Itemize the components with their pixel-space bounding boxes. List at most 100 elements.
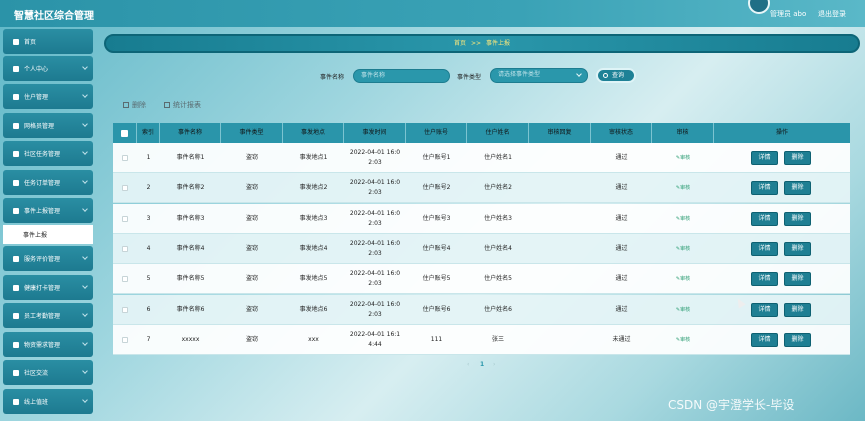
row-checkbox[interactable] — [113, 295, 137, 325]
sidebar-item-community-chat[interactable]: 社区交流 — [3, 360, 93, 385]
detail-button[interactable]: 详情 — [751, 332, 778, 347]
sidebar-item-residents[interactable]: 住户管理 — [3, 84, 93, 109]
query-button-label: 查询 — [612, 72, 625, 79]
cell-event-time: 2022-04-01 16:0 2:03 — [344, 264, 406, 294]
breadcrumb-home[interactable]: 首页 — [454, 40, 466, 47]
row-checkbox[interactable] — [113, 234, 137, 264]
row-delete-button[interactable]: 删除 — [784, 211, 811, 226]
detail-button[interactable]: 详情 — [751, 241, 778, 256]
grid-icon — [13, 284, 19, 291]
event-time-line1: 2022-04-01 16:0 — [349, 239, 401, 247]
sidebar-item-supplies[interactable]: 物资需求管理 — [3, 332, 93, 357]
detail-button[interactable]: 详情 — [751, 211, 778, 226]
sidebar-item-home[interactable]: 首页 — [3, 29, 93, 54]
list-icon — [13, 93, 19, 100]
header-event-place: 事发地点 — [283, 123, 344, 143]
sidebar-item-event-reports[interactable]: 事件上报管理 — [3, 198, 93, 223]
audit-link[interactable]: ✎ 审核 — [652, 204, 714, 234]
row-delete-button[interactable]: 删除 — [784, 272, 811, 287]
sidebar-item-grid-staff[interactable]: 网格员管理 — [3, 113, 93, 138]
event-type-select[interactable]: 请选择事件类型 — [490, 68, 588, 83]
cell-resident-name: 张三 — [491, 335, 504, 343]
cell-event-place: 事发地点4 — [299, 244, 328, 252]
cell-event-time: 2022-04-01 16:0 2:03 — [344, 143, 406, 173]
sidebar-item-task-orders[interactable]: 任务订单管理 — [3, 170, 93, 195]
checkbox-icon — [122, 336, 128, 343]
grid-icon — [13, 312, 19, 319]
cell-event-place: 事发地点1 — [299, 154, 328, 161]
cell-event-type: 盗窃 — [245, 184, 258, 192]
event-time-line2: 2:03 — [368, 310, 382, 318]
pager-current-page[interactable]: 1 — [480, 361, 484, 368]
audit-link[interactable]: ✎ 审核 — [652, 325, 714, 355]
sidebar-item-community-tasks[interactable]: 社区任务管理 — [3, 141, 93, 166]
row-checkbox[interactable] — [113, 143, 137, 173]
bar-chart-icon — [164, 102, 170, 108]
row-delete-button[interactable]: 删除 — [784, 151, 811, 165]
detail-button[interactable]: 详情 — [751, 272, 778, 287]
delete-button[interactable]: 删除 — [123, 100, 146, 110]
query-button[interactable]: 查询 — [596, 68, 636, 83]
row-checkbox[interactable] — [113, 264, 137, 294]
search-icon — [603, 73, 608, 78]
audit-link[interactable]: ✎ 审核 — [652, 264, 714, 294]
detail-button[interactable]: 详情 — [751, 181, 778, 196]
audit-link[interactable]: ✎ 审核 — [652, 295, 714, 325]
report-button[interactable]: 统计报表 — [164, 100, 201, 110]
chevron-down-icon — [82, 121, 88, 127]
chevron-down-icon — [82, 311, 88, 317]
pager-next[interactable]: › — [493, 361, 495, 368]
row-checkbox[interactable] — [113, 173, 137, 203]
sidebar-item-profile[interactable]: 个人中心 — [3, 56, 93, 81]
audit-link[interactable]: ✎ 审核 — [652, 143, 714, 173]
header-event-time: 事发时间 — [344, 123, 406, 143]
sidebar-item-online-duty[interactable]: 线上值班 — [3, 389, 93, 414]
watermark: CSDN @宇澄学长-毕设 — [668, 398, 795, 412]
row-delete-button[interactable]: 删除 — [784, 332, 811, 347]
sidebar-item-label: 物资需求管理 — [24, 342, 61, 349]
sidebar-item-label: 健康打卡管理 — [24, 285, 61, 292]
detail-button[interactable]: 详情 — [751, 302, 778, 317]
table-row: 4 事件名称4 盗窃 事发地点4 住户账号4 住户姓名4 通过 2022-04-01 16:0… — [113, 233, 850, 264]
sidebar-item-label: 事件上报管理 — [24, 208, 61, 215]
report-button-label: 统计报表 — [173, 101, 201, 109]
cell-account: 住户账号3 — [422, 214, 451, 222]
sidebar-item-label: 个人中心 — [24, 66, 49, 73]
sidebar-item-health-checkin[interactable]: 健康打卡管理 — [3, 275, 93, 300]
cell-event-type: 盗窃 — [245, 244, 258, 252]
select-all-checkbox[interactable] — [113, 123, 137, 143]
sidebar: 首页 个人中心 住户管理 网格员管理 社区任务管理 任务订单管理 事件上报管理 … — [0, 27, 95, 421]
pager-prev[interactable]: ‹ — [467, 361, 469, 368]
chevron-down-icon — [576, 71, 582, 77]
row-checkbox[interactable] — [113, 204, 137, 234]
cell-index: 7 — [146, 335, 151, 343]
cell-account: 住户账号6 — [422, 305, 451, 313]
cell-account: 111 — [430, 335, 443, 343]
detail-button[interactable]: 详情 — [751, 151, 778, 165]
audit-link[interactable]: ✎ 审核 — [652, 234, 714, 264]
cell-event-type: 盗窃 — [245, 335, 258, 343]
row-checkbox[interactable] — [113, 325, 137, 355]
row-delete-button[interactable]: 删除 — [784, 302, 811, 317]
header-account: 住户账号 — [406, 123, 467, 143]
sidebar-item-service-reviews[interactable]: 服务评价管理 — [3, 246, 93, 271]
sidebar-subitem-event-report[interactable]: 事件上报 — [3, 225, 93, 244]
cell-index: 3 — [146, 214, 151, 222]
row-delete-button[interactable]: 删除 — [784, 241, 811, 256]
sidebar-item-label: 网格员管理 — [24, 123, 55, 130]
audit-link-label: 审核 — [680, 306, 691, 313]
event-time-line2: 4:44 — [368, 340, 382, 348]
sidebar-item-attendance[interactable]: 员工考勤管理 — [3, 303, 93, 328]
breadcrumb: 首页 >> 事件上报 — [104, 34, 860, 53]
audit-link[interactable]: ✎ 审核 — [652, 173, 714, 203]
sidebar-item-label: 社区交流 — [24, 370, 49, 377]
row-delete-button[interactable]: 删除 — [784, 181, 811, 196]
grid-icon — [13, 369, 19, 376]
table-row: 3 事件名称3 盗窃 事发地点3 住户账号3 住户姓名3 通过 2022-04-01 16:0… — [113, 203, 850, 234]
cell-resident-name: 住户姓名3 — [484, 214, 512, 222]
cell-audit-status: 通过 — [615, 184, 628, 192]
logout-link[interactable]: 退出登录 — [818, 9, 846, 19]
event-name-input[interactable]: 事件名称 — [353, 69, 450, 83]
event-time-line2: 2:03 — [368, 219, 382, 227]
chevron-down-icon — [82, 368, 88, 374]
